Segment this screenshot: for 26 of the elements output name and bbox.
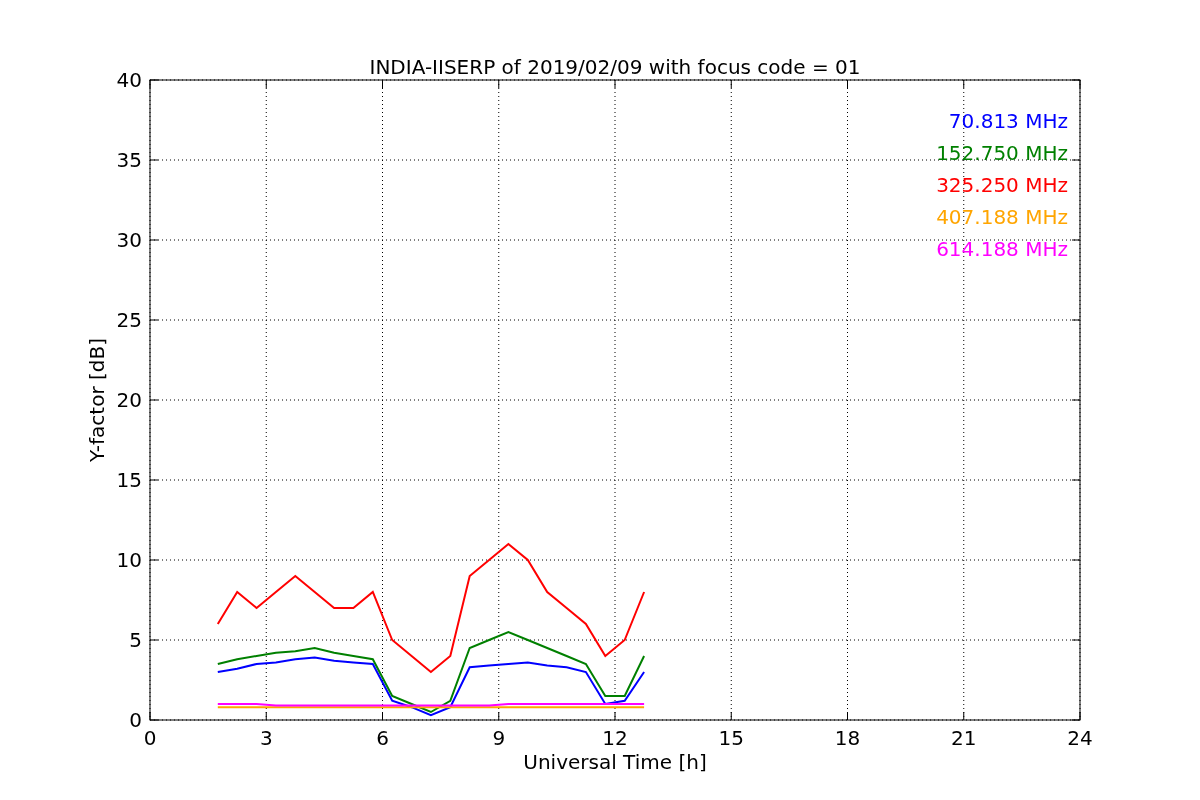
legend-label: 152.750 MHz [936, 141, 1068, 165]
axis-label: Universal Time [h] [523, 750, 707, 774]
legend-label: 325.250 MHz [936, 173, 1068, 197]
legend-label: 614.188 MHz [936, 237, 1068, 261]
legend-label: 70.813 MHz [948, 109, 1068, 133]
axis-label: Y-factor [dB] [85, 338, 109, 462]
tick-label: 9 [492, 726, 506, 750]
tick-label: 5 [129, 628, 142, 652]
tick-label: 25 [116, 308, 142, 332]
tick-label: 15 [718, 726, 744, 750]
tick-label: 35 [116, 148, 142, 172]
tick-label: 12 [602, 726, 628, 750]
tick-label: 24 [1067, 726, 1093, 750]
tick-label: 21 [951, 726, 977, 750]
tick-label: 40 [116, 68, 142, 92]
tick-label: 6 [376, 726, 389, 750]
tick-label: 0 [143, 726, 157, 750]
tick-label: 20 [116, 388, 142, 412]
tick-label: 0 [129, 708, 142, 732]
chart-title: INDIA-IISERP of 2019/02/09 with focus code = 01 [369, 55, 861, 79]
tick-label: 3 [259, 726, 273, 750]
tick-label: 15 [116, 468, 142, 492]
tick-label: 30 [116, 228, 142, 252]
tick-label: 18 [834, 726, 861, 750]
tick-label: 10 [116, 548, 142, 572]
legend-label: 407.188 MHz [936, 205, 1068, 229]
